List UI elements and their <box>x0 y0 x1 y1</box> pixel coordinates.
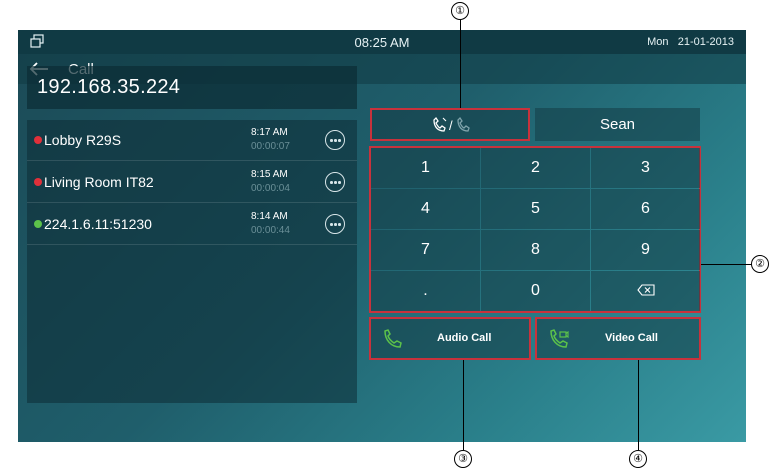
figure: 08:25 AM Mon 21-01-2013 Call 192.168.35.… <box>0 0 769 470</box>
more-options-icon[interactable] <box>325 214 345 234</box>
more-options-icon[interactable] <box>325 130 345 150</box>
status-date: Mon 21-01-2013 <box>647 36 734 48</box>
contact-button[interactable]: Sean <box>535 108 700 141</box>
call-history-duration: 00:00:04 <box>251 183 290 194</box>
mode-separator: / <box>449 118 453 133</box>
video-call-icon <box>550 329 569 348</box>
audio-call-label: Audio Call <box>437 332 492 344</box>
missed-call-status-icon <box>34 136 42 144</box>
missed-call-status-icon <box>34 178 42 186</box>
backspace-icon <box>637 284 655 296</box>
call-history-item[interactable]: 224.1.6.11:51230 8:14 AM 00:00:44 <box>27 204 357 245</box>
dial-keypad: 1 2 3 4 5 6 7 8 9 . 0 <box>369 146 701 313</box>
callout-2: ② <box>751 255 769 273</box>
status-date-value: 21-01-2013 <box>677 36 734 48</box>
call-history-name: Lobby R29S <box>44 132 122 148</box>
keypad-key-6[interactable]: 6 <box>591 189 700 229</box>
callout-line-1 <box>460 20 461 108</box>
call-history-list: Lobby R29S 8:17 AM 00:00:07 Living Room … <box>27 120 357 403</box>
status-time: 08:25 AM <box>354 35 410 50</box>
call-history-time: 8:15 AM <box>251 169 288 180</box>
call-history-item[interactable]: Living Room IT82 8:15 AM 00:00:04 <box>27 162 357 203</box>
callout-4: ④ <box>629 450 647 468</box>
keypad-key-3[interactable]: 3 <box>591 148 700 188</box>
call-history-name: Living Room IT82 <box>44 174 154 190</box>
keypad-key-2[interactable]: 2 <box>481 148 590 188</box>
call-mode-toggle[interactable]: / <box>370 108 530 141</box>
keypad-key-0[interactable]: 0 <box>481 271 590 311</box>
keypad-key-9[interactable]: 9 <box>591 230 700 270</box>
keypad-key-8[interactable]: 8 <box>481 230 590 270</box>
contact-button-label: Sean <box>599 116 636 133</box>
callout-1: ① <box>451 2 469 20</box>
dial-number-value: 192.168.35.224 <box>37 76 181 98</box>
keypad-key-5[interactable]: 5 <box>481 189 590 229</box>
call-history-item[interactable]: Lobby R29S 8:17 AM 00:00:07 <box>27 120 357 161</box>
answered-call-status-icon <box>34 220 42 228</box>
dial-number-input[interactable]: 192.168.35.224 <box>27 66 357 109</box>
keypad-key-dot[interactable]: . <box>371 271 480 311</box>
video-call-button[interactable]: Video Call <box>535 317 701 360</box>
callout-line-2 <box>701 264 753 265</box>
keypad-key-7[interactable]: 7 <box>371 230 480 270</box>
keypad-key-1[interactable]: 1 <box>371 148 480 188</box>
video-call-label: Video Call <box>605 332 658 344</box>
call-history-duration: 00:00:44 <box>251 225 290 236</box>
callout-line-3 <box>463 360 464 450</box>
more-options-icon[interactable] <box>325 172 345 192</box>
call-history-time: 8:14 AM <box>251 211 288 222</box>
audio-call-icon <box>384 329 402 348</box>
callout-line-4 <box>638 360 639 450</box>
keypad-backspace-key[interactable] <box>591 271 700 311</box>
callout-3: ③ <box>454 450 472 468</box>
call-history-name: 224.1.6.11:51230 <box>44 216 152 232</box>
status-day: Mon <box>647 36 669 48</box>
audio-video-mode-icon: / <box>433 116 470 133</box>
audio-call-button[interactable]: Audio Call <box>369 317 531 360</box>
call-history-time: 8:17 AM <box>251 127 288 138</box>
keypad-key-4[interactable]: 4 <box>371 189 480 229</box>
call-history-duration: 00:00:07 <box>251 141 290 152</box>
status-bar: 08:25 AM Mon 21-01-2013 <box>18 30 746 54</box>
